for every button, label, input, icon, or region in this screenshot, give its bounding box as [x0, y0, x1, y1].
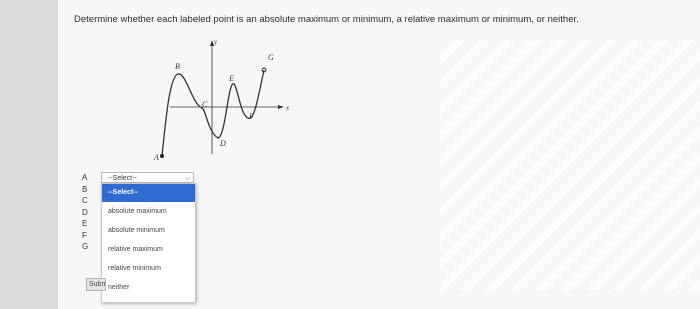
x-axis-arrow	[278, 105, 284, 109]
point-label-d: D	[219, 139, 226, 148]
select-current-value: --Select--	[108, 175, 137, 182]
y-axis-label: y	[213, 38, 218, 46]
point-a-dot	[160, 154, 164, 158]
option-select[interactable]: --Select--	[102, 184, 195, 202]
row-label-f: F	[82, 230, 87, 240]
select-dropdown-menu[interactable]: --Select-- absolute maximum absolute min…	[101, 183, 196, 303]
function-graph: y x A B C D E F G	[153, 38, 290, 162]
option-absolute-maximum[interactable]: absolute maximum	[102, 202, 195, 221]
point-label-g: G	[268, 53, 274, 62]
x-axis-label: x	[285, 104, 290, 112]
point-label-c: C	[202, 100, 208, 109]
answer-select-a[interactable]: --Select-- ⌵	[101, 172, 194, 183]
point-label-a: A	[153, 153, 159, 162]
row-label-e: E	[82, 219, 88, 228]
screen-glare	[440, 40, 700, 290]
option-absolute-minimum[interactable]: absolute minimum	[102, 221, 195, 240]
row-label-c: C	[82, 196, 88, 205]
answer-row-labels: A B C D E F G	[82, 172, 92, 253]
row-label-b: B	[82, 184, 88, 194]
option-relative-minimum[interactable]: relative minimum	[102, 259, 195, 278]
row-label-a: A	[82, 173, 88, 182]
row-label-g: G	[82, 242, 89, 251]
point-label-e: E	[228, 74, 234, 83]
point-label-b: B	[175, 62, 180, 71]
question-prompt: Determine whether each labeled point is …	[74, 14, 579, 25]
option-relative-maximum[interactable]: relative maximum	[102, 240, 195, 259]
row-label-d: D	[82, 207, 88, 217]
submit-button[interactable]: Submit	[86, 278, 106, 291]
point-label-f: F	[248, 112, 254, 121]
option-neither[interactable]: neither	[102, 278, 195, 297]
